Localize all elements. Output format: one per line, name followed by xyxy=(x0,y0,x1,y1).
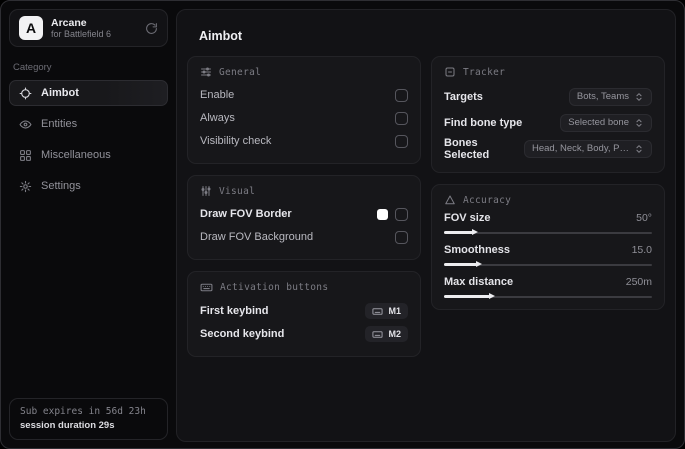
fov-background-checkbox[interactable] xyxy=(395,230,408,244)
setting-label: Bones Selected xyxy=(444,136,490,161)
slider-value: 15.0 xyxy=(631,244,652,256)
setting-label: Always xyxy=(200,112,235,124)
subscription-card: Sub expires in 56d 23h session duration … xyxy=(9,398,168,440)
sidebar-item-entities[interactable]: Entities xyxy=(9,111,168,137)
setting-label: Find bone type xyxy=(444,116,523,129)
setting-row-first-keybind: First keybind M1 xyxy=(200,300,408,322)
bones-selected-select[interactable]: Head, Neck, Body, Pe... xyxy=(524,139,652,158)
sliders-icon xyxy=(200,66,212,78)
sidebar-item-aimbot[interactable]: Aimbot xyxy=(9,80,168,106)
page-title: Aimbot xyxy=(199,29,243,43)
app-logo: A xyxy=(19,16,43,40)
card-title: Activation buttons xyxy=(220,282,329,293)
fov-size-slider-group: FOV size 50° xyxy=(444,212,652,235)
chevrons-up-down-icon xyxy=(634,118,644,128)
category-label: Category xyxy=(13,62,52,73)
app-window: A Arcane for Battlefield 6 Category Aimb… xyxy=(0,0,685,449)
setting-label: First keybind xyxy=(200,305,269,317)
max-distance-slider[interactable] xyxy=(444,293,652,299)
slider-label: Smoothness xyxy=(444,244,511,256)
smoothness-slider[interactable] xyxy=(444,261,652,267)
brand-card: A Arcane for Battlefield 6 xyxy=(9,9,168,47)
slider-thumb[interactable] xyxy=(472,229,479,235)
setting-label: Visibility check xyxy=(200,135,272,147)
card-title: Tracker xyxy=(463,66,506,78)
setting-row-fov-background: Draw FOV Background xyxy=(200,226,408,248)
always-checkbox[interactable] xyxy=(395,111,408,125)
fov-size-slider[interactable] xyxy=(444,229,652,235)
slider-thumb[interactable] xyxy=(488,293,495,299)
session-duration-text: session duration 29s xyxy=(20,420,115,431)
tracker-card: Tracker Targets Bots, Teams Find bone ty… xyxy=(431,56,665,173)
second-keybind-button[interactable]: M2 xyxy=(365,326,408,342)
slider-thumb[interactable] xyxy=(476,261,483,267)
enable-checkbox[interactable] xyxy=(395,88,408,102)
keyboard-icon xyxy=(200,281,213,294)
chevrons-up-down-icon xyxy=(634,92,644,102)
sub-expiry-text: Sub expires in 56d 23h xyxy=(20,406,146,417)
select-value: Head, Neck, Body, Pe... xyxy=(532,143,629,154)
card-title: Visual xyxy=(219,185,256,197)
smoothness-slider-group: Smoothness 15.0 xyxy=(444,244,652,267)
setting-label: Draw FOV Border xyxy=(200,208,292,220)
card-title: General xyxy=(219,66,262,78)
setting-label: Targets xyxy=(444,90,483,103)
first-keybind-button[interactable]: M1 xyxy=(365,303,408,319)
card-title: Accuracy xyxy=(463,194,512,206)
app-name: Arcane xyxy=(51,16,87,29)
app-subtitle: for Battlefield 6 xyxy=(51,28,112,39)
triangle-icon xyxy=(444,194,456,206)
setting-row-fov-border: Draw FOV Border xyxy=(200,203,408,225)
select-value: Selected bone xyxy=(568,117,629,128)
keyboard-icon xyxy=(372,306,384,317)
crosshair-icon xyxy=(19,87,32,100)
chevrons-up-down-icon xyxy=(634,144,644,154)
sliders-vertical-icon xyxy=(200,185,212,197)
entities-icon xyxy=(19,118,32,131)
find-bone-type-select[interactable]: Selected bone xyxy=(560,113,652,132)
slider-value: 50° xyxy=(636,212,652,224)
setting-row-find-bone-type: Find bone type Selected bone xyxy=(444,110,652,135)
sidebar: A Arcane for Battlefield 6 Category Aimb… xyxy=(1,1,176,448)
slider-value: 250m xyxy=(625,276,652,288)
setting-row-visibility-check: Visibility check xyxy=(200,130,408,152)
sidebar-item-label: Entities xyxy=(41,118,78,130)
setting-row-always: Always xyxy=(200,107,408,129)
setting-row-enable: Enable xyxy=(200,84,408,106)
targets-select[interactable]: Bots, Teams xyxy=(568,87,652,106)
keybind-value: M2 xyxy=(388,329,401,339)
fov-border-checkbox[interactable] xyxy=(395,207,408,221)
activation-buttons-card: Activation buttons First keybind M1 Seco… xyxy=(187,271,421,357)
gear-icon xyxy=(19,180,32,193)
setting-label: Draw FOV Background xyxy=(200,231,314,243)
visual-card: Visual Draw FOV Border Draw FOV Backgrou… xyxy=(187,175,421,260)
setting-label: Second keybind xyxy=(200,328,285,340)
max-distance-slider-group: Max distance 250m xyxy=(444,276,652,299)
setting-label: Enable xyxy=(200,89,235,101)
sidebar-item-label: Aimbot xyxy=(41,87,79,99)
sidebar-item-label: Miscellaneous xyxy=(41,149,111,161)
square-dash-icon xyxy=(444,66,456,78)
keyboard-icon xyxy=(372,329,384,340)
select-value: Bots, Teams xyxy=(576,91,629,102)
keybind-value: M1 xyxy=(388,306,401,316)
sidebar-item-label: Settings xyxy=(41,180,81,192)
sidebar-item-miscellaneous[interactable]: Miscellaneous xyxy=(9,142,168,168)
slider-label: FOV size xyxy=(444,212,491,224)
setting-row-second-keybind: Second keybind M2 xyxy=(200,323,408,345)
setting-row-targets: Targets Bots, Teams xyxy=(444,84,652,109)
grid-icon xyxy=(19,149,32,162)
visibility-check-checkbox[interactable] xyxy=(395,134,408,148)
general-card: General Enable Always Visibility check xyxy=(187,56,421,164)
main-panel: Aimbot General Enable Always Visibility … xyxy=(176,9,676,442)
refresh-icon[interactable] xyxy=(145,22,158,35)
fov-border-color-swatch[interactable] xyxy=(377,208,388,220)
accuracy-card: Accuracy FOV size 50° Smoothness 15.0 Ma… xyxy=(431,184,665,310)
sidebar-item-settings[interactable]: Settings xyxy=(9,173,168,199)
slider-label: Max distance xyxy=(444,276,514,288)
setting-row-bones-selected: Bones Selected Head, Neck, Body, Pe... xyxy=(444,136,652,161)
